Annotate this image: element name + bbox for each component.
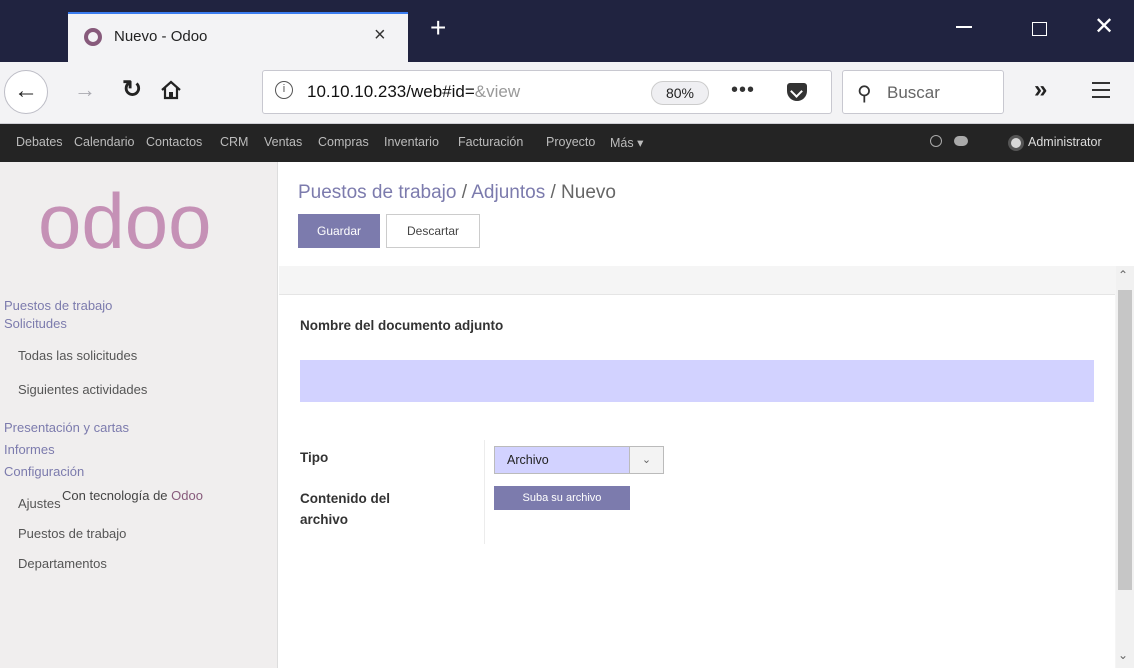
search-icon: ⚲	[857, 83, 872, 105]
back-icon[interactable]: ←	[4, 70, 48, 114]
user-name[interactable]: Administrator	[1028, 135, 1102, 149]
new-tab-icon[interactable]: +	[430, 14, 446, 42]
sidebar-item-puestos-trabajo[interactable]: Puestos de trabajo	[18, 526, 126, 541]
breadcrumb: Puestos de trabajo / Adjuntos / Nuevo	[298, 182, 616, 204]
sidebar-heading-presentacion[interactable]: Presentación y cartas	[4, 420, 129, 435]
name-field-label: Nombre del documento adjunto	[300, 318, 504, 333]
powered-brand-link[interactable]: Odoo	[171, 488, 203, 503]
page-actions-icon[interactable]: •••	[731, 79, 755, 102]
avatar[interactable]	[1008, 135, 1024, 151]
search-box[interactable]: ⚲ Buscar	[842, 70, 1004, 114]
sidebar-heading-informes[interactable]: Informes	[4, 442, 55, 457]
url-host: 10.10.10.233	[307, 82, 407, 101]
breadcrumb-separator: /	[550, 182, 556, 203]
browser-tab-bar: Nuevo - Odoo × + ✕	[0, 0, 1134, 62]
url-path-faded: &view	[474, 82, 521, 101]
sidebar-item-siguientes-actividades[interactable]: Siguientes actividades	[18, 382, 147, 397]
sidebar: odoo Puestos de trabajo Solicitudes Toda…	[0, 162, 278, 668]
scroll-down-icon[interactable]: ⌄	[1118, 648, 1128, 662]
odoo-app-menu: Debates Calendario Contactos CRM Ventas …	[0, 124, 1134, 162]
menu-item-calendario[interactable]: Calendario	[74, 135, 134, 149]
overflow-icon[interactable]: »	[1034, 76, 1047, 104]
scroll-up-icon[interactable]: ⌃	[1118, 268, 1128, 282]
menu-item-mas[interactable]: Más ▾	[610, 135, 643, 150]
zoom-level-badge[interactable]: 80%	[651, 81, 709, 105]
field-separator	[484, 440, 485, 544]
discard-button[interactable]: Descartar	[386, 214, 480, 248]
home-icon[interactable]	[160, 80, 182, 100]
odoo-logo[interactable]: odoo	[38, 182, 248, 262]
save-button[interactable]: Guardar	[298, 214, 380, 248]
scrollbar-thumb[interactable]	[1118, 290, 1132, 590]
url-text: 10.10.10.233/web#id=&view	[307, 82, 520, 102]
sidebar-heading-configuracion[interactable]: Configuración	[4, 464, 84, 479]
activity-clock-icon[interactable]	[930, 135, 942, 147]
menu-item-ventas[interactable]: Ventas	[264, 135, 302, 149]
form-sheet	[279, 294, 1115, 668]
menu-item-crm[interactable]: CRM	[220, 135, 248, 149]
minimize-icon[interactable]	[956, 26, 972, 28]
sidebar-item-ajustes[interactable]: Ajustes	[18, 496, 61, 511]
logo-text: odoo	[38, 182, 212, 262]
breadcrumb-puestos[interactable]: Puestos de trabajo	[298, 182, 456, 203]
sidebar-heading-puestos[interactable]: Puestos de trabajo	[4, 298, 112, 313]
sidebar-item-departamentos[interactable]: Departamentos	[18, 556, 107, 571]
hamburger-menu-icon[interactable]	[1092, 82, 1110, 98]
tab-close-icon[interactable]: ×	[374, 24, 386, 47]
menu-item-contactos[interactable]: Contactos	[146, 135, 202, 149]
forward-icon[interactable]: →	[74, 77, 96, 103]
window-close-icon[interactable]: ✕	[1094, 15, 1114, 39]
browser-nav-bar: ← → ↻ i 10.10.10.233/web#id=&view 80% ••…	[0, 62, 1134, 124]
menu-item-proyecto[interactable]: Proyecto	[546, 135, 595, 149]
chevron-down-icon[interactable]: ⌄	[629, 447, 663, 473]
breadcrumb-separator: /	[461, 182, 468, 203]
odoo-favicon-icon	[84, 28, 102, 46]
reload-icon[interactable]: ↻	[122, 75, 142, 104]
sidebar-item-todas-solicitudes[interactable]: Todas las solicitudes	[18, 348, 137, 363]
menu-item-debates[interactable]: Debates	[16, 135, 63, 149]
menu-item-inventario[interactable]: Inventario	[384, 135, 439, 149]
info-icon[interactable]: i	[275, 81, 293, 99]
name-field-input[interactable]	[300, 360, 1094, 402]
tipo-select[interactable]: Archivo ⌄	[494, 446, 664, 474]
sidebar-heading-solicitudes[interactable]: Solicitudes	[4, 316, 67, 331]
url-path: /web#id=	[406, 82, 475, 101]
menu-item-facturacion[interactable]: Facturación	[458, 135, 523, 149]
tab-title: Nuevo - Odoo	[114, 28, 208, 45]
content-field-label: Contenido del archivo	[300, 491, 390, 527]
tipo-field-label: Tipo	[300, 450, 329, 465]
browser-tab[interactable]: Nuevo - Odoo ×	[68, 12, 408, 62]
breadcrumb-current: Nuevo	[561, 182, 616, 203]
pocket-icon[interactable]	[787, 83, 807, 101]
tipo-select-value: Archivo	[507, 453, 549, 467]
menu-item-compras[interactable]: Compras	[318, 135, 369, 149]
powered-by: Con tecnología de Odoo	[62, 488, 203, 503]
chat-icon[interactable]	[954, 136, 968, 146]
powered-prefix: Con tecnología de	[62, 488, 168, 503]
breadcrumb-adjuntos[interactable]: Adjuntos	[471, 182, 545, 203]
url-bar[interactable]: i 10.10.10.233/web#id=&view 80% •••	[262, 70, 832, 114]
maximize-icon[interactable]	[1032, 22, 1047, 36]
upload-file-button[interactable]: Suba su archivo	[494, 486, 630, 510]
search-placeholder: Buscar	[887, 83, 940, 102]
